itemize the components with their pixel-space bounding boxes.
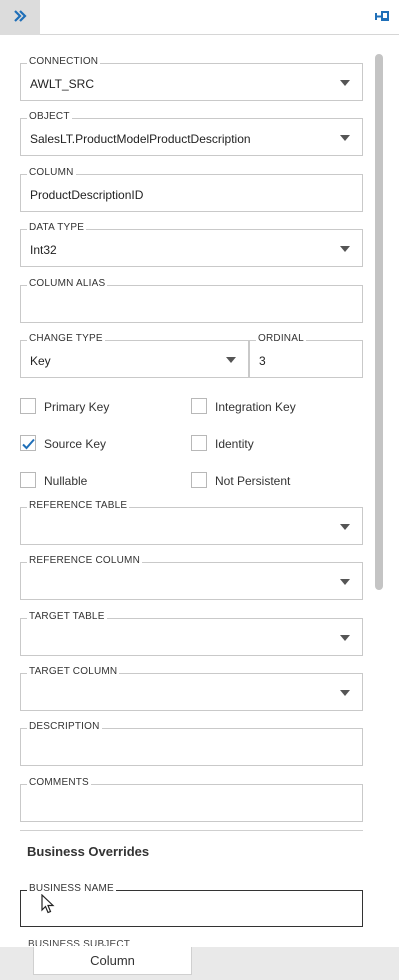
comments-input[interactable]: COMMENTS <box>20 776 363 822</box>
connection-select[interactable]: CONNECTION AWLT_SRC <box>20 55 363 101</box>
integration-key-label: Integration Key <box>215 400 296 414</box>
not-persistent-checkbox[interactable] <box>191 472 207 488</box>
data-type-label: DATA TYPE <box>27 221 87 235</box>
object-label: OBJECT <box>27 110 72 124</box>
business-name-input[interactable]: BUSINESS NAME <box>20 882 363 927</box>
identity-label: Identity <box>215 437 254 451</box>
data-type-select[interactable]: DATA TYPE Int32 <box>20 221 363 267</box>
reference-column-select[interactable]: REFERENCE COLUMN <box>20 554 363 600</box>
column-alias-input[interactable]: COLUMN ALIAS <box>20 277 363 323</box>
caret-down-icon <box>340 80 350 86</box>
caret-down-icon <box>340 579 350 585</box>
double-chevron-right-icon <box>13 9 27 27</box>
not-persistent-label: Not Persistent <box>215 474 291 488</box>
change-type-label: CHANGE TYPE <box>27 332 105 346</box>
column-value: ProductDescriptionID <box>30 188 144 202</box>
column-input[interactable]: COLUMN ProductDescriptionID <box>20 166 363 212</box>
connection-label: CONNECTION <box>27 55 101 69</box>
target-column-label: TARGET COLUMN <box>27 665 120 679</box>
primary-key-label: Primary Key <box>44 400 110 414</box>
reference-column-label: REFERENCE COLUMN <box>27 554 142 568</box>
reference-table-label: REFERENCE TABLE <box>27 499 130 513</box>
vertical-scrollbar[interactable] <box>375 54 383 590</box>
target-column-select[interactable]: TARGET COLUMN <box>20 665 363 711</box>
change-type-select[interactable]: CHANGE TYPE Key <box>20 332 249 378</box>
comments-label: COMMENTS <box>27 776 91 790</box>
object-value: SalesLT.ProductModelProductDescription <box>30 132 251 146</box>
collapse-panel-button[interactable] <box>0 0 40 35</box>
connection-value: AWLT_SRC <box>30 77 95 91</box>
description-input[interactable]: DESCRIPTION <box>20 720 363 766</box>
caret-down-icon <box>340 246 350 252</box>
object-select[interactable]: OBJECT SalesLT.ProductModelProductDescri… <box>20 110 363 156</box>
caret-down-icon <box>340 635 350 641</box>
caret-down-icon <box>340 135 350 141</box>
business-overrides-heading: Business Overrides <box>27 844 150 859</box>
primary-key-checkbox[interactable] <box>20 398 36 414</box>
data-type-value: Int32 <box>30 243 57 257</box>
tab-column[interactable]: Column <box>33 947 192 975</box>
pin-icon <box>374 9 390 28</box>
description-label: DESCRIPTION <box>27 720 102 734</box>
caret-down-icon <box>226 357 236 363</box>
reference-table-select[interactable]: REFERENCE TABLE <box>20 499 363 545</box>
caret-down-icon <box>340 690 350 696</box>
ordinal-value: 3 <box>259 354 266 368</box>
ordinal-label: ORDINAL <box>256 332 306 346</box>
ordinal-input[interactable]: ORDINAL 3 <box>249 332 363 378</box>
nullable-checkbox[interactable] <box>20 472 36 488</box>
identity-checkbox[interactable] <box>191 435 207 451</box>
target-table-select[interactable]: TARGET TABLE <box>20 610 363 656</box>
integration-key-checkbox[interactable] <box>191 398 207 414</box>
column-label: COLUMN <box>27 166 76 180</box>
mouse-cursor-icon <box>41 893 55 919</box>
business-subject-label-partial: BUSINESS SUBJECT <box>28 939 131 946</box>
panel-header <box>0 0 399 35</box>
target-table-label: TARGET TABLE <box>27 610 107 624</box>
source-key-checkbox[interactable] <box>20 435 36 451</box>
section-divider <box>20 830 363 831</box>
column-alias-label: COLUMN ALIAS <box>27 277 108 291</box>
checkmark-icon <box>22 437 35 455</box>
change-type-value: Key <box>30 354 51 368</box>
pin-panel-button[interactable] <box>374 10 390 26</box>
source-key-label: Source Key <box>44 437 107 451</box>
nullable-label: Nullable <box>44 474 88 488</box>
caret-down-icon <box>340 524 350 530</box>
